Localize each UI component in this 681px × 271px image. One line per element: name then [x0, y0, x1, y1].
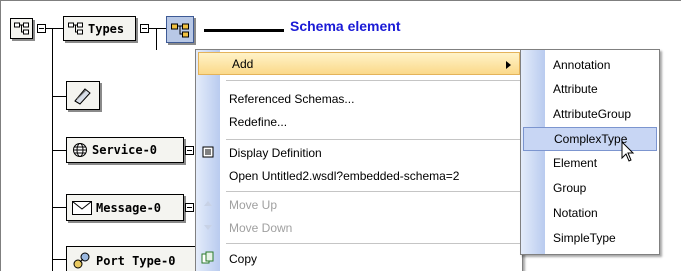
- service-label: Service-0: [92, 143, 158, 157]
- submenu-item-group[interactable]: Group: [521, 176, 659, 200]
- types-node[interactable]: Types: [63, 16, 136, 41]
- callout-pointer-line: [204, 29, 284, 32]
- menu-item-display-definition[interactable]: Display Definition: [196, 141, 522, 164]
- submenu-item-element[interactable]: Element: [521, 151, 659, 175]
- submenu-item-simpletype[interactable]: SimpleType: [521, 226, 659, 250]
- menu-item-redefine[interactable]: Redefine...: [196, 110, 522, 133]
- menu-item-copy[interactable]: Copy: [196, 247, 522, 270]
- schema-icon: [171, 22, 189, 38]
- copy-icon: [201, 251, 215, 265]
- menu-item-move-up[interactable]: Move Up: [196, 193, 522, 216]
- types-label: Types: [88, 21, 125, 36]
- submenu-item-attributegroup[interactable]: AttributeGroup: [521, 102, 659, 126]
- menu-item-open-embedded-schema[interactable]: Open Untitled2.wsdl?embedded-schema=2: [196, 164, 522, 187]
- pencil-icon: [73, 87, 93, 105]
- submenu-item-notation[interactable]: Notation: [521, 201, 659, 225]
- schema-tree-icon: [13, 22, 30, 36]
- submenu-arrow-icon: [506, 61, 511, 69]
- menu-item-add[interactable]: Add: [198, 52, 520, 75]
- context-menu: Add Referenced Schemas... Redefine... Di…: [195, 49, 523, 271]
- schema-diagram-canvas: Types Schema element Service-0 Message-0…: [0, 0, 681, 271]
- globe-icon: [72, 142, 88, 158]
- schema-element-callout: Schema element: [290, 18, 401, 34]
- schema-tree-icon: [68, 22, 84, 36]
- root-collapse-toggle[interactable]: [37, 24, 46, 33]
- types-collapse-toggle[interactable]: [140, 24, 149, 33]
- message-collapse-toggle[interactable]: [185, 203, 194, 212]
- add-submenu: Annotation Attribute AttributeGroup Comp…: [520, 49, 660, 255]
- mouse-cursor-icon: [621, 140, 635, 167]
- submenu-item-annotation[interactable]: Annotation: [521, 53, 659, 77]
- schema-element-node[interactable]: [166, 16, 194, 43]
- port-type-label: Port Type-0: [96, 254, 176, 268]
- definition-icon: [201, 145, 215, 159]
- service-node[interactable]: Service-0: [66, 137, 184, 163]
- root-node[interactable]: [10, 18, 33, 39]
- submenu-item-complextype[interactable]: ComplexType: [523, 127, 657, 151]
- documentation-node[interactable]: [66, 81, 100, 110]
- down-arrow-icon: [201, 220, 215, 234]
- message-label: Message-0: [96, 200, 162, 215]
- menu-item-move-down[interactable]: Move Down: [196, 216, 522, 239]
- submenu-item-attribute[interactable]: Attribute: [521, 77, 659, 101]
- message-node[interactable]: Message-0: [66, 194, 184, 221]
- up-arrow-icon: [201, 197, 215, 211]
- port-type-icon: [72, 252, 92, 270]
- service-collapse-toggle[interactable]: [185, 146, 194, 155]
- menu-item-referenced-schemas[interactable]: Referenced Schemas...: [196, 87, 522, 110]
- port-type-node[interactable]: Port Type-0: [66, 246, 196, 271]
- envelope-icon: [72, 200, 92, 216]
